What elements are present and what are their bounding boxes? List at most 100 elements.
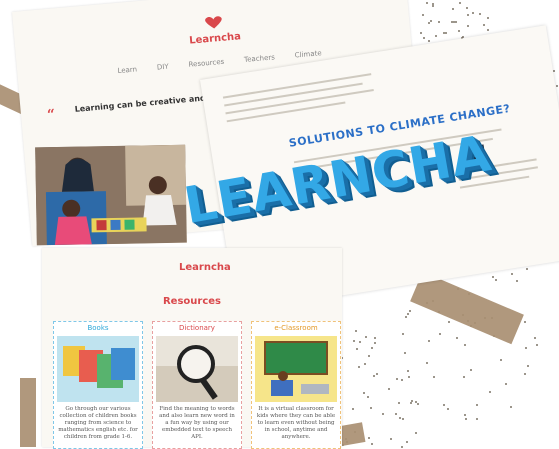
speckle-dot bbox=[454, 21, 457, 24]
speckle-dot bbox=[447, 408, 450, 411]
speckle-dot bbox=[401, 378, 404, 381]
resource-card-books[interactable]: Books Go through our various collection … bbox=[53, 321, 143, 449]
resources-title: Resources bbox=[162, 296, 222, 307]
speckle-dot bbox=[358, 340, 361, 343]
speckle-dot bbox=[373, 374, 376, 377]
resource-card-title: Books bbox=[87, 324, 109, 332]
speckle-dot bbox=[476, 418, 479, 421]
speckle-dot bbox=[500, 358, 503, 361]
speckle-dot bbox=[488, 391, 491, 394]
speckle-dot bbox=[407, 312, 410, 315]
speckle-dot bbox=[375, 373, 378, 376]
speckle-dot bbox=[429, 20, 432, 23]
speckle-dot bbox=[364, 336, 367, 339]
heart-logo-icon bbox=[205, 16, 222, 29]
logo-text-small: Learncha bbox=[179, 262, 231, 273]
speckle-dot bbox=[482, 23, 485, 26]
speckle-dot bbox=[505, 383, 508, 385]
speckle-dot bbox=[486, 29, 489, 32]
resource-card-desc: Find the meaning to words and also learn… bbox=[159, 406, 235, 440]
speckle-dot bbox=[523, 372, 526, 375]
nav-item-teachers[interactable]: Teachers bbox=[244, 53, 275, 64]
logo[interactable]: Learncha bbox=[183, 12, 245, 47]
speckle-dot bbox=[397, 401, 400, 404]
speckle-dot bbox=[425, 361, 428, 364]
speckle-dot bbox=[404, 316, 407, 319]
speckle-dot bbox=[402, 333, 405, 336]
speckle-dot bbox=[439, 333, 442, 335]
speckle-dot bbox=[370, 442, 373, 445]
speckle-dot bbox=[510, 405, 513, 408]
speckle-dot bbox=[432, 375, 435, 378]
speckle-dot bbox=[438, 21, 441, 24]
speckle-dot bbox=[368, 355, 371, 358]
books-image bbox=[57, 336, 139, 402]
speckle-dot bbox=[526, 365, 529, 368]
speckle-dot bbox=[423, 37, 426, 40]
speckle-dot bbox=[492, 276, 495, 279]
speckle-dot bbox=[442, 404, 445, 407]
resource-card-eclassroom[interactable]: e-Classroom It is a virtual classroom fo… bbox=[251, 321, 341, 449]
speckle-dot bbox=[374, 341, 377, 344]
speckle-dot bbox=[368, 436, 371, 439]
speckle-dot bbox=[390, 438, 393, 441]
speckle-dot bbox=[534, 337, 537, 340]
speckle-dot bbox=[373, 337, 376, 340]
speckle-dot bbox=[371, 346, 374, 349]
nav-item-climate[interactable]: Climate bbox=[294, 49, 322, 59]
speckle-dot bbox=[524, 320, 527, 323]
eclassroom-image bbox=[255, 336, 337, 402]
speckle-dot bbox=[364, 362, 367, 365]
speckle-dot bbox=[428, 21, 431, 24]
speckle-dot bbox=[494, 278, 497, 281]
speckle-dot bbox=[394, 412, 397, 415]
quote-mark: “ bbox=[46, 106, 56, 124]
speckle-dot bbox=[351, 408, 354, 411]
speckle-dot bbox=[463, 344, 466, 347]
speckle-dot bbox=[408, 310, 411, 313]
tape-strip bbox=[20, 378, 36, 447]
speckle-dot bbox=[381, 412, 384, 415]
hero-photo bbox=[35, 144, 187, 246]
speckle-dot bbox=[516, 280, 519, 283]
speckle-dot bbox=[406, 440, 409, 443]
speckle-dot bbox=[366, 396, 369, 399]
speckle-dot bbox=[404, 352, 407, 355]
speckle-dot bbox=[465, 418, 468, 421]
resource-card-dictionary[interactable]: Dictionary Find the meaning to words and… bbox=[152, 321, 242, 449]
speckle-dot bbox=[396, 378, 399, 381]
dictionary-magnifier-image bbox=[156, 336, 238, 402]
speckle-dot bbox=[479, 13, 482, 16]
speckle-dot bbox=[458, 29, 461, 32]
speckle-dot bbox=[464, 414, 467, 417]
speckle-dot bbox=[456, 336, 459, 339]
speckle-dot bbox=[556, 85, 559, 88]
speckle-dot bbox=[428, 339, 431, 342]
tape-strip bbox=[410, 271, 524, 345]
nav-item-resources[interactable]: Resources bbox=[188, 58, 224, 69]
resources-card: Learncha Resources Books Go through our … bbox=[42, 248, 342, 449]
speckle-dot bbox=[525, 346, 528, 349]
logo-text: Learncha bbox=[188, 31, 242, 47]
speckle-dot bbox=[475, 404, 478, 407]
speckle-dot bbox=[451, 8, 454, 11]
nav-item-learn[interactable]: Learn bbox=[117, 65, 137, 75]
resource-card-title: Dictionary bbox=[179, 324, 215, 332]
speckle-dot bbox=[444, 31, 447, 34]
speckle-dot bbox=[399, 416, 402, 419]
speckle-dot bbox=[466, 6, 469, 9]
resource-card-title: e-Classroom bbox=[274, 324, 318, 332]
speckle-dot bbox=[355, 348, 358, 351]
speckle-dot bbox=[467, 14, 470, 17]
speckle-dot bbox=[469, 369, 472, 372]
children-learning-image bbox=[35, 144, 187, 246]
speckle-dot bbox=[421, 13, 424, 16]
speckle-dot bbox=[486, 17, 489, 20]
speckle-dot bbox=[420, 32, 423, 35]
speckle-dot bbox=[510, 273, 513, 276]
speckle-dot bbox=[428, 39, 431, 42]
nav-item-diy[interactable]: DIY bbox=[157, 63, 169, 72]
speckle-dot bbox=[415, 432, 418, 435]
resource-card-desc: It is a virtual classroom for kids where… bbox=[256, 406, 336, 440]
speckle-dot bbox=[463, 375, 466, 378]
